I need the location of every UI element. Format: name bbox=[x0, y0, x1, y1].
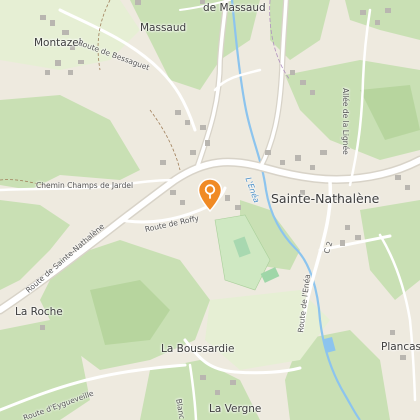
place-sainte-nathalene: Sainte-Nathalène bbox=[271, 191, 380, 206]
map-pin-icon bbox=[197, 178, 223, 212]
map-view[interactable]: de Massaud Massaud Montazel Sainte-Natha… bbox=[0, 0, 420, 420]
place-la-boussardie: La Boussardie bbox=[161, 343, 235, 355]
place-plancass: Plancass bbox=[381, 341, 420, 353]
place-montazel: Montazel bbox=[34, 37, 82, 49]
road-label-allee-de-la-lignee: Allée de la Lignée bbox=[341, 88, 350, 155]
road-label-chemin-champs-de-jardel: Chemin Champs de Jardel bbox=[36, 181, 134, 190]
place-la-roche: La Roche bbox=[15, 306, 63, 318]
place-massaud: Massaud bbox=[140, 22, 187, 34]
location-marker[interactable] bbox=[197, 178, 223, 212]
place-de-massaud: de Massaud bbox=[203, 2, 266, 14]
place-la-vergne: La Vergne bbox=[209, 403, 262, 415]
